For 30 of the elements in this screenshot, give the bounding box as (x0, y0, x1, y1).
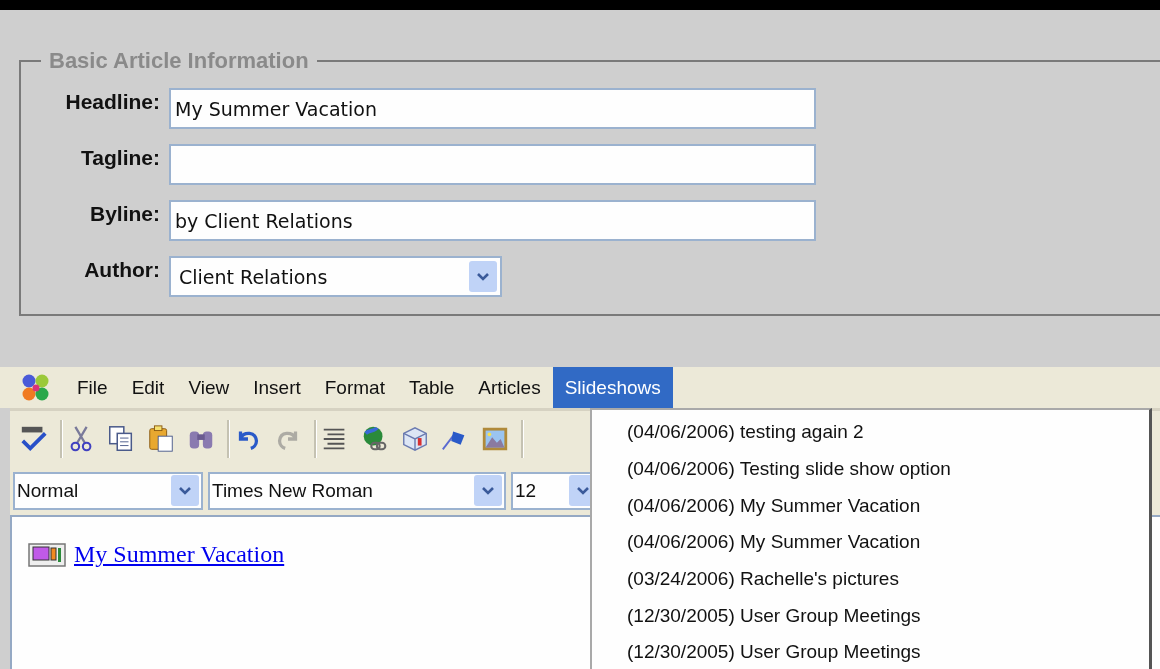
caret-icon (576, 485, 590, 496)
menu-item[interactable]: View (176, 367, 242, 408)
field-label: Author: (83, 257, 161, 282)
field-label: Headline: (64, 89, 161, 114)
menu-item[interactable]: Slideshows (552, 367, 673, 408)
caret-icon (476, 271, 490, 282)
slideshow-icon (28, 542, 66, 567)
paste-icon[interactable] (146, 423, 176, 454)
text-field[interactable]: by Client Relations (169, 200, 816, 241)
menu-item[interactable]: Edit (119, 367, 177, 408)
menu-item[interactable]: (03/24/2006) Rachelle's pictures (592, 560, 1149, 598)
menu-item[interactable]: (12/30/2005) User Group Meetings (592, 634, 1149, 669)
menu-item[interactable]: Articles (466, 367, 553, 408)
menu-item[interactable]: File (65, 367, 120, 408)
field-label: Tagline: (80, 145, 161, 170)
menu-item[interactable]: (04/06/2006) My Summer Vacation (592, 524, 1149, 561)
menu-item[interactable]: Insert (241, 367, 313, 408)
caret-icon (178, 485, 192, 496)
menu-item[interactable]: Table (396, 367, 467, 408)
article-link[interactable]: My Summer Vacation (74, 541, 285, 568)
caret-icon (481, 485, 495, 496)
author-dropdown[interactable]: Client Relations (169, 256, 502, 297)
app-logo-icon (21, 372, 51, 403)
text-field[interactable]: My Summer Vacation (169, 88, 816, 129)
text-field[interactable] (169, 144, 816, 185)
menu-item[interactable]: Format (312, 367, 397, 408)
format-dropdown[interactable]: Times New Roman (208, 471, 506, 510)
format-dropdown[interactable]: Normal (13, 471, 203, 510)
field-label: Byline: (89, 201, 161, 226)
menu-item[interactable]: (12/30/2005) User Group Meetings (592, 597, 1149, 635)
